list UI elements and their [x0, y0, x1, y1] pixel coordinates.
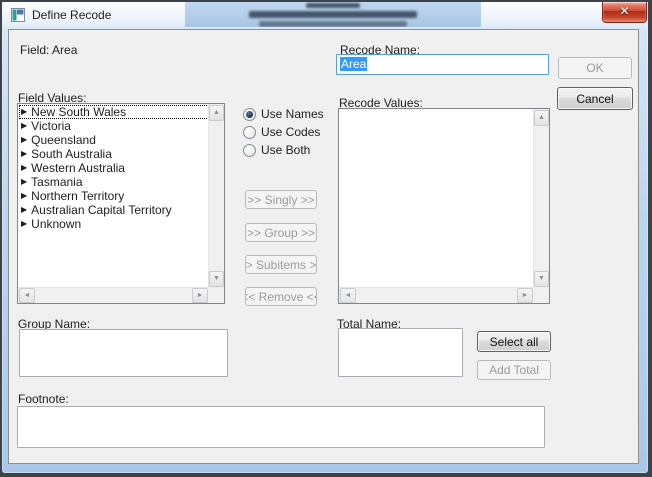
scroll-down-icon[interactable]: ▼ — [534, 271, 549, 287]
list-item-label: Western Australia — [31, 161, 125, 175]
radio-label-use-names[interactable]: Use Names — [261, 107, 324, 121]
radio-use-codes[interactable]: Use Codes — [243, 125, 320, 139]
background-window-blur — [185, 2, 481, 27]
singly-button[interactable]: >> Singly >> — [245, 190, 317, 209]
remove-button[interactable]: << Remove << — [245, 287, 317, 306]
titlebar[interactable]: Define Recode ✕ — [2, 2, 648, 28]
scroll-right-icon[interactable]: ► — [517, 288, 533, 303]
list-item[interactable]: ▶ Victoria — [19, 119, 209, 133]
recode-values-list-content — [339, 109, 534, 288]
item-arrow-icon: ▶ — [21, 133, 27, 147]
add-total-button-label: Add Total — [489, 363, 539, 377]
radio-dot-use-names[interactable] — [243, 108, 256, 121]
subitems-button-label: >> Subitems >> — [245, 258, 317, 272]
radio-dot-use-codes[interactable] — [243, 126, 256, 139]
select-all-button-label: Select all — [490, 335, 539, 349]
recode-name-selected-text: Area — [340, 57, 367, 71]
scroll-up-icon[interactable]: ▲ — [209, 105, 224, 121]
item-arrow-icon: ▶ — [21, 189, 27, 203]
recode-name-input[interactable]: Area — [336, 54, 549, 75]
list-item-label: South Australia — [31, 147, 112, 161]
cancel-button-label: Cancel — [576, 92, 613, 106]
singly-button-label: >> Singly >> — [247, 193, 314, 207]
footnote-label: Footnote: — [18, 392, 69, 406]
cancel-button[interactable]: Cancel — [557, 87, 633, 110]
radio-dot-use-both[interactable] — [243, 144, 256, 157]
group-name-input[interactable] — [19, 329, 228, 377]
select-all-button[interactable]: Select all — [477, 331, 551, 352]
item-arrow-icon: ▶ — [21, 217, 27, 231]
recode-values-list[interactable]: ▲ ▼ ◄ ► — [338, 108, 550, 304]
list-item-label: Queensland — [31, 133, 96, 147]
ok-button-label: OK — [586, 61, 603, 75]
list-item[interactable]: ▶ Tasmania — [19, 175, 209, 189]
scroll-left-icon[interactable]: ◄ — [19, 288, 35, 303]
field-values-vscrollbar[interactable]: ▲ ▼ — [208, 104, 224, 288]
group-button-label: >> Group >> — [247, 226, 315, 240]
radio-use-names[interactable]: Use Names — [243, 107, 324, 121]
list-item[interactable]: ▶ Unknown — [19, 217, 209, 231]
list-item-label: Victoria — [31, 119, 71, 133]
list-item-label: New South Wales — [31, 105, 126, 119]
item-arrow-icon: ▶ — [21, 175, 27, 189]
radio-label-use-both[interactable]: Use Both — [261, 143, 310, 157]
field-values-list[interactable]: ▶ New South Wales ▶ Victoria ▶ Queensland ▶ Sou… — [17, 103, 225, 304]
item-arrow-icon: ▶ — [21, 203, 27, 217]
radio-use-both[interactable]: Use Both — [243, 143, 310, 157]
item-arrow-icon: ▶ — [21, 119, 27, 133]
recode-values-vscrollbar[interactable]: ▲ ▼ — [533, 109, 549, 288]
subitems-button[interactable]: >> Subitems >> — [245, 255, 317, 274]
scroll-down-icon[interactable]: ▼ — [209, 271, 224, 287]
list-item[interactable]: ▶ Western Australia — [19, 161, 209, 175]
list-item-label: Australian Capital Territory — [31, 203, 172, 217]
group-button[interactable]: >> Group >> — [245, 223, 317, 242]
dialog-frame: Define Recode ✕ Field: Area Recode Name:… — [2, 2, 648, 473]
close-button[interactable]: ✕ — [602, 2, 647, 23]
scroll-up-icon[interactable]: ▲ — [534, 110, 549, 126]
total-name-input[interactable] — [338, 328, 463, 377]
list-item-label: Northern Territory — [31, 189, 124, 203]
close-icon: ✕ — [619, 4, 629, 18]
item-arrow-icon: ▶ — [21, 105, 27, 119]
scrollbar-corner — [534, 288, 549, 303]
add-total-button[interactable]: Add Total — [477, 360, 551, 380]
list-item[interactable]: ▶ South Australia — [19, 147, 209, 161]
blurred-text-line — [259, 21, 407, 27]
ok-button[interactable]: OK — [558, 57, 632, 79]
item-arrow-icon: ▶ — [21, 147, 27, 161]
list-item-label: Unknown — [31, 217, 81, 231]
item-arrow-icon: ▶ — [21, 161, 27, 175]
dialog-title: Define Recode — [32, 8, 111, 22]
define-recode-dialog: Define Recode ✕ Field: Area Recode Name:… — [0, 0, 652, 477]
list-item[interactable]: ▶ Australian Capital Territory — [19, 203, 209, 217]
scrollbar-corner — [209, 288, 224, 303]
field-label: Field: Area — [20, 43, 77, 57]
blurred-text-line — [249, 11, 417, 18]
scroll-left-icon[interactable]: ◄ — [340, 288, 356, 303]
blurred-text-line — [306, 3, 360, 8]
list-item-label: Tasmania — [31, 175, 82, 189]
list-item[interactable]: ▶ Queensland — [19, 133, 209, 147]
radio-label-use-codes[interactable]: Use Codes — [261, 125, 320, 139]
list-item[interactable]: ▶ New South Wales — [19, 105, 209, 119]
dialog-body: Field: Area Recode Name: Area OK Cancel … — [8, 29, 639, 464]
footnote-input[interactable] — [17, 406, 545, 448]
recode-values-hscrollbar[interactable]: ◄ ► — [339, 287, 534, 303]
field-values-hscrollbar[interactable]: ◄ ► — [18, 287, 209, 303]
field-values-list-content: ▶ New South Wales ▶ Victoria ▶ Queensland ▶ Sou… — [18, 104, 209, 288]
window-icon — [11, 8, 25, 22]
list-item[interactable]: ▶ Northern Territory — [19, 189, 209, 203]
remove-button-label: << Remove << — [245, 290, 317, 304]
scroll-right-icon[interactable]: ► — [192, 288, 208, 303]
